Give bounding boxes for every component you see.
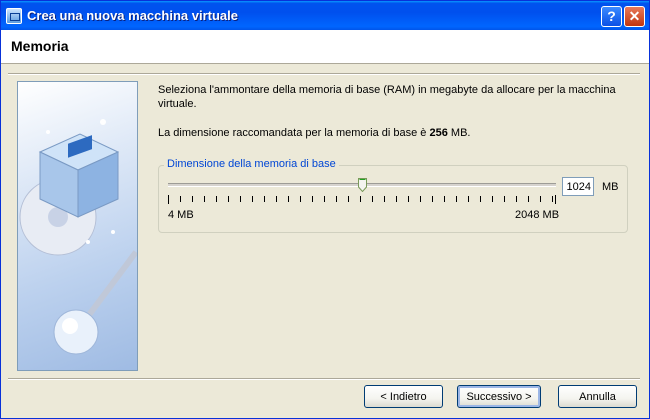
slider-min-label: 4 MB — [168, 209, 194, 221]
bottom-separator — [8, 378, 640, 380]
window-title: Crea una nuova macchina virtuale — [27, 8, 238, 23]
virtualbox-wizard-image — [17, 81, 138, 371]
close-button[interactable]: ✕ — [624, 6, 645, 27]
recommended-value: 256 — [429, 127, 448, 139]
memory-description: Seleziona l'ammontare della memoria di b… — [158, 84, 616, 110]
slider-max-label: 2048 MB — [515, 209, 560, 221]
help-button[interactable]: ? — [601, 6, 622, 27]
virtualbox-app-icon — [6, 8, 22, 24]
page-title: Memoria — [11, 38, 69, 54]
next-button[interactable]: Successivo > — [457, 385, 541, 408]
title-bar[interactable]: Crea una nuova macchina virtuale ? ✕ — [1, 1, 649, 30]
memory-unit-label: MB — [602, 181, 619, 193]
wizard-header: Memoria — [1, 30, 649, 64]
recommended-memory-text: La dimensione raccomandata per la memori… — [158, 127, 470, 139]
back-button[interactable]: < Indietro — [364, 385, 443, 408]
top-separator — [8, 73, 640, 75]
memory-size-input[interactable] — [562, 177, 594, 196]
recommended-prefix: La dimensione raccomandata per la memori… — [158, 127, 430, 139]
slider-ticks — [168, 196, 556, 202]
slider-tick-max — [555, 195, 556, 204]
memory-slider-thumb[interactable] — [358, 178, 367, 192]
slider-tick-min — [168, 195, 169, 204]
memory-group-label: Dimensione della memoria di base — [164, 158, 339, 170]
cancel-button[interactable]: Annulla — [558, 385, 637, 408]
recommended-unit: MB. — [447, 127, 471, 139]
